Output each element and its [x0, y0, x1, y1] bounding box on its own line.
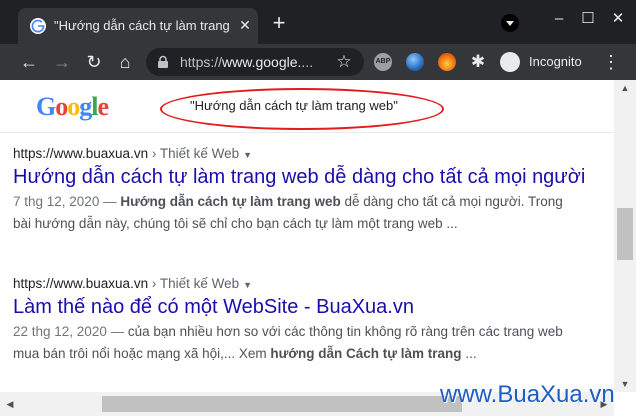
- snippet-bold: Hướng dẫn cách tự làm trang web: [120, 194, 341, 209]
- url-host: www.google.: [222, 54, 302, 70]
- result-snippet: 22 thg 12, 2020 — của bạn nhiều hơn so v…: [13, 321, 613, 365]
- tab-title: "Hướng dẫn cách tự làm trang we: [54, 18, 230, 33]
- result-menu-chevron-icon[interactable]: ▼: [243, 280, 252, 290]
- snippet-text: ...: [461, 346, 477, 361]
- snippet-text: mua bán trôi nổi hoặc mạng xã hội,... Xe…: [13, 346, 271, 361]
- result-breadcrumb: › Thiết kế Web: [148, 146, 240, 161]
- snippet-text: dễ dàng cho tất cả mọi người. Trong: [340, 194, 563, 209]
- address-bar[interactable]: https://www.google.... ☆: [146, 48, 364, 76]
- result-menu-chevron-icon[interactable]: ▼: [243, 150, 252, 160]
- search-result: https://www.buaxua.vn › Thiết kế Web ▼ Hư…: [13, 146, 613, 235]
- url-scheme: https://: [180, 54, 223, 70]
- result-title-link[interactable]: Hướng dẫn cách tự làm trang web dễ dàng …: [13, 166, 613, 189]
- result-site: https://www.buaxua.vn: [13, 276, 149, 291]
- result-title-link[interactable]: Làm thế nào để có một WebSite - BuaXua.v…: [13, 296, 613, 319]
- result-date: 7 thg 12, 2020 —: [13, 194, 121, 209]
- snippet-text: bài hướng dẫn này, chúng tôi sẽ chỉ cho …: [13, 216, 458, 231]
- maximize-button[interactable]: ☐: [574, 8, 602, 30]
- globe-extension-icon[interactable]: [406, 53, 424, 71]
- result-snippet: 7 thg 12, 2020 — Hướng dẫn cách tự làm t…: [13, 191, 613, 235]
- reload-icon[interactable]: ↻: [83, 51, 105, 73]
- tab-close-icon[interactable]: ✕: [236, 16, 254, 34]
- snippet-bold: hướng dẫn Cách tự làm trang: [270, 346, 462, 361]
- url-text[interactable]: https://www.google....: [180, 54, 313, 70]
- vertical-scroll-thumb[interactable]: [617, 208, 633, 260]
- fire-extension-icon[interactable]: [438, 53, 456, 71]
- result-breadcrumb: › Thiết kế Web: [148, 276, 240, 291]
- more-menu-icon[interactable]: ⋮: [602, 51, 620, 73]
- snippet-text: của bạn nhiều hơn so với các thông tin k…: [127, 324, 563, 339]
- scroll-down-arrow-icon[interactable]: ▼: [614, 376, 636, 392]
- extensions-puzzle-icon[interactable]: ✱: [469, 53, 487, 71]
- tab-search-icon[interactable]: [501, 14, 519, 32]
- search-input[interactable]: "Hướng dẫn cách tự làm trang web": [190, 98, 398, 113]
- vertical-scrollbar[interactable]: ▲ ▼: [614, 80, 636, 392]
- browser-toolbar: ← → ↻ ⌂ https://www.google.... ☆ ABP ✱ I…: [0, 44, 636, 80]
- lock-icon: [158, 55, 168, 68]
- google-favicon-icon: [30, 18, 46, 34]
- google-doodle-logo[interactable]: Google: [36, 92, 126, 122]
- page-content: Google "Hướng dẫn cách tự làm trang web"…: [0, 80, 614, 392]
- new-tab-button[interactable]: +: [268, 12, 290, 34]
- minimize-button[interactable]: –: [545, 8, 573, 30]
- home-icon[interactable]: ⌂: [114, 51, 136, 73]
- result-url[interactable]: https://www.buaxua.vn › Thiết kế Web ▼: [13, 146, 613, 161]
- close-window-button[interactable]: ✕: [604, 8, 632, 30]
- incognito-button[interactable]: Incognito: [497, 49, 587, 75]
- forward-arrow-icon[interactable]: →: [51, 51, 73, 73]
- url-ellipsis: ...: [301, 54, 314, 70]
- watermark: www.BuaXua.vn: [440, 381, 615, 408]
- result-date: 22 thg 12, 2020 —: [13, 324, 128, 339]
- scroll-left-arrow-icon[interactable]: ◀: [2, 396, 18, 412]
- result-site: https://www.buaxua.vn: [13, 146, 149, 161]
- result-url[interactable]: https://www.buaxua.vn › Thiết kế Web ▼: [13, 276, 613, 291]
- horizontal-scroll-thumb[interactable]: [102, 396, 462, 412]
- incognito-icon: [500, 52, 520, 72]
- incognito-label: Incognito: [529, 54, 582, 69]
- tab-strip: "Hướng dẫn cách tự làm trang we ✕ + – ☐ …: [0, 0, 636, 44]
- adblock-plus-icon[interactable]: ABP: [374, 53, 392, 71]
- search-result: https://www.buaxua.vn › Thiết kế Web ▼ Là…: [13, 276, 613, 365]
- scroll-up-arrow-icon[interactable]: ▲: [614, 80, 636, 96]
- browser-tab[interactable]: "Hướng dẫn cách tự làm trang we ✕: [18, 8, 258, 44]
- back-arrow-icon[interactable]: ←: [18, 51, 40, 73]
- google-header: Google "Hướng dẫn cách tự làm trang web": [0, 80, 614, 133]
- bookmark-star-icon[interactable]: ☆: [334, 52, 354, 72]
